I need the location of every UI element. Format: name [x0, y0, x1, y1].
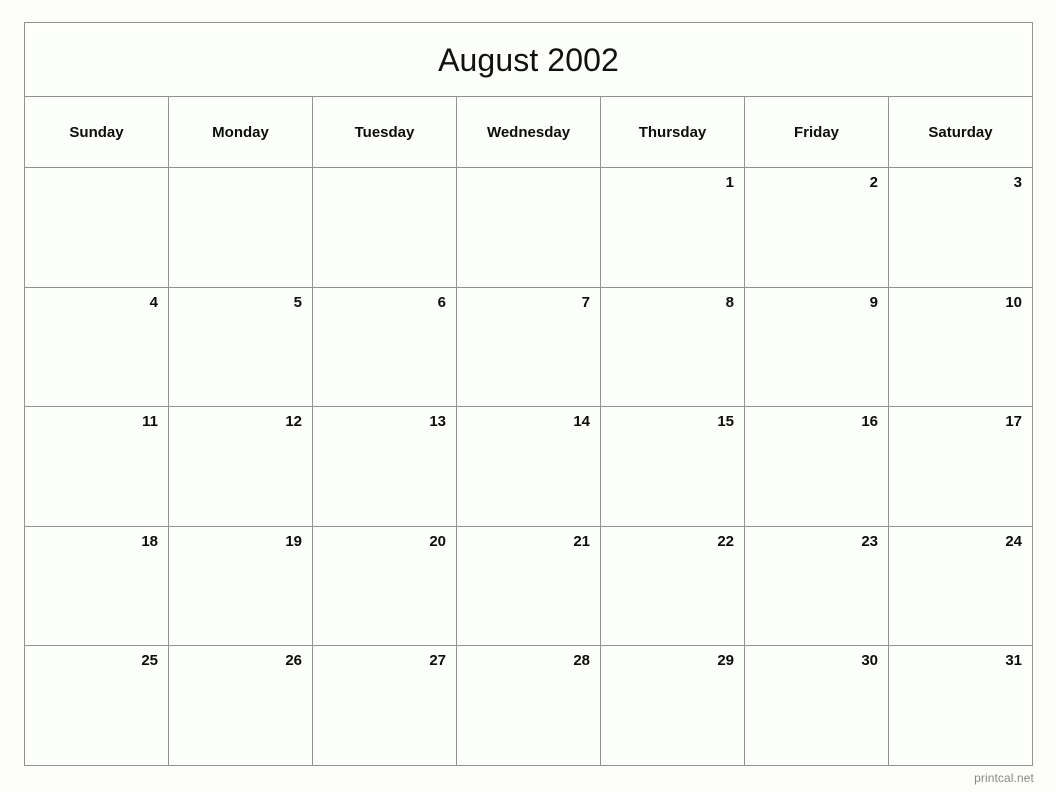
- day-cell[interactable]: 17: [889, 407, 1032, 526]
- day-number: 10: [1005, 293, 1022, 311]
- day-cell[interactable]: 13: [313, 407, 457, 526]
- day-number: 22: [717, 532, 734, 550]
- day-cell[interactable]: [457, 168, 601, 287]
- weekday-header-row: Sunday Monday Tuesday Wednesday Thursday…: [25, 97, 1032, 168]
- day-number: 12: [285, 413, 302, 431]
- site-watermark: printcal.net: [974, 771, 1034, 785]
- day-cell[interactable]: 5: [169, 287, 313, 407]
- day-cell[interactable]: 30: [745, 646, 889, 765]
- day-cell[interactable]: 26: [169, 646, 313, 765]
- day-cell[interactable]: 22: [601, 526, 745, 646]
- weekday-label: Tuesday: [354, 123, 415, 141]
- day-number: 29: [717, 652, 734, 670]
- day-cell[interactable]: [169, 168, 313, 287]
- day-number: 25: [141, 652, 158, 670]
- day-number: 15: [717, 413, 734, 431]
- day-number: 3: [1013, 174, 1022, 191]
- day-cell[interactable]: 18: [25, 526, 169, 646]
- day-cell[interactable]: 10: [889, 287, 1032, 407]
- day-cell[interactable]: [313, 168, 457, 287]
- day-cell[interactable]: 14: [457, 407, 601, 526]
- day-cell[interactable]: 21: [457, 526, 601, 646]
- day-cell[interactable]: 1: [601, 168, 745, 287]
- day-cell[interactable]: 24: [889, 526, 1032, 646]
- weekday-header-friday: Friday: [745, 97, 889, 167]
- weekday-label: Wednesday: [486, 123, 571, 141]
- day-cell[interactable]: 11: [25, 407, 169, 526]
- day-number: 21: [573, 532, 590, 550]
- day-number: 23: [861, 532, 878, 550]
- day-number: 4: [149, 293, 158, 311]
- day-number: 17: [1005, 413, 1022, 431]
- day-number: 16: [861, 413, 878, 431]
- weekday-label: Thursday: [638, 123, 707, 141]
- day-number: 31: [1005, 652, 1022, 670]
- week-row: 11 12 13 14 15 16 17: [25, 407, 1032, 527]
- weekday-header-monday: Monday: [169, 97, 313, 167]
- weekday-header-thursday: Thursday: [601, 97, 745, 167]
- weekday-label: Sunday: [69, 123, 124, 141]
- calendar-weeks: 1 2 3 4 5 6 7 8 9 10 11 12 13 14 15 16 1…: [25, 168, 1032, 765]
- day-cell[interactable]: 16: [745, 407, 889, 526]
- day-cell[interactable]: 25: [25, 646, 169, 765]
- day-cell[interactable]: 23: [745, 526, 889, 646]
- day-number: 19: [285, 532, 302, 550]
- day-cell[interactable]: 31: [889, 646, 1032, 765]
- page-title: August 2002: [438, 41, 619, 78]
- day-number: 2: [869, 174, 878, 191]
- day-cell[interactable]: 20: [313, 526, 457, 646]
- day-cell[interactable]: [25, 168, 169, 287]
- day-number: 14: [573, 413, 590, 431]
- day-number: 1: [725, 174, 734, 191]
- weekday-label: Monday: [212, 123, 269, 141]
- weekday-label: Saturday: [928, 123, 993, 141]
- calendar-grid: August 2002 Sunday Monday Tuesday Wednes…: [24, 22, 1033, 766]
- day-cell[interactable]: 9: [745, 287, 889, 407]
- calendar-title-band: August 2002: [25, 23, 1032, 97]
- day-number: 20: [429, 532, 446, 550]
- day-cell[interactable]: 3: [889, 168, 1032, 287]
- weekday-header-wednesday: Wednesday: [457, 97, 601, 167]
- day-cell[interactable]: 2: [745, 168, 889, 287]
- day-cell[interactable]: 4: [25, 287, 169, 407]
- day-cell[interactable]: 12: [169, 407, 313, 526]
- day-cell[interactable]: 8: [601, 287, 745, 407]
- weekday-label: Friday: [793, 123, 839, 141]
- day-number: 9: [869, 293, 878, 311]
- weekday-header-tuesday: Tuesday: [313, 97, 457, 167]
- calendar-page: August 2002 Sunday Monday Tuesday Wednes…: [0, 0, 1056, 792]
- weekday-header-sunday: Sunday: [25, 97, 169, 167]
- day-number: 24: [1005, 532, 1022, 550]
- day-cell[interactable]: 29: [601, 646, 745, 765]
- day-number: 27: [429, 652, 446, 670]
- day-cell[interactable]: 27: [313, 646, 457, 765]
- day-number: 7: [581, 293, 590, 311]
- day-number: 18: [141, 532, 158, 550]
- day-number: 5: [293, 293, 302, 311]
- day-number: 8: [725, 293, 734, 311]
- week-row: 4 5 6 7 8 9 10: [25, 287, 1032, 408]
- week-row: 25 26 27 28 29 30 31: [25, 646, 1032, 765]
- day-cell[interactable]: 6: [313, 287, 457, 407]
- day-cell[interactable]: 19: [169, 526, 313, 646]
- day-number: 13: [429, 413, 446, 431]
- day-number: 28: [573, 652, 590, 670]
- day-number: 30: [861, 652, 878, 670]
- weekday-header-saturday: Saturday: [889, 97, 1032, 167]
- day-number: 26: [285, 652, 302, 670]
- day-number: 11: [142, 413, 158, 431]
- day-cell[interactable]: 7: [457, 287, 601, 407]
- week-row: 18 19 20 21 22 23 24: [25, 526, 1032, 647]
- day-number: 6: [437, 293, 446, 311]
- day-cell[interactable]: 28: [457, 646, 601, 765]
- week-row: 1 2 3: [25, 168, 1032, 288]
- day-cell[interactable]: 15: [601, 407, 745, 526]
